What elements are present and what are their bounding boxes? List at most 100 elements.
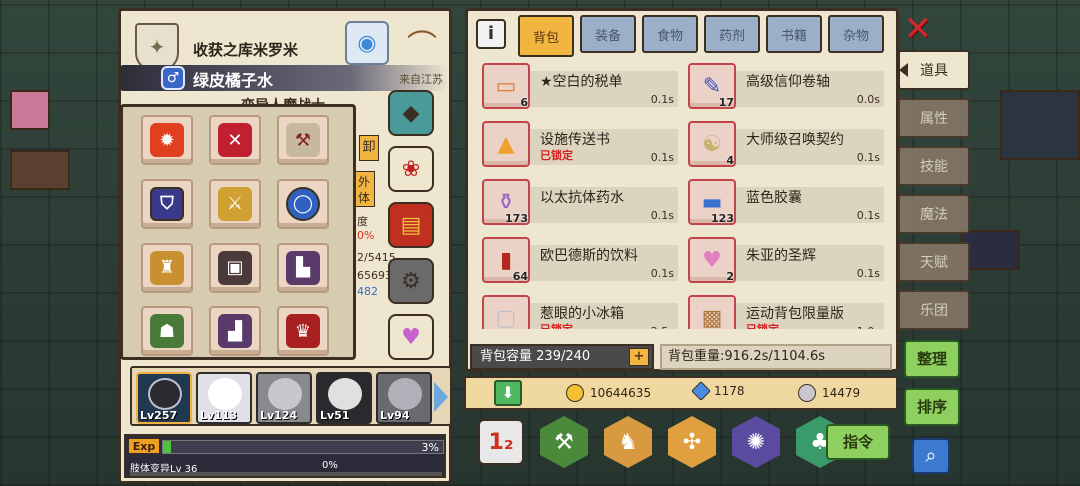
silver-coin-icon <box>798 384 816 402</box>
tab-attributes[interactable]: 属性 <box>898 98 970 138</box>
tab-potions[interactable]: 药剂 <box>704 15 760 53</box>
inventory-panel: i 背包 装备 食物 药剂 书籍 杂物 ▭ 6 ★空白的税单 0.1s ✎ 17 高级信仰卷… <box>465 8 899 372</box>
ring-icon: ◯ <box>286 186 320 221</box>
sort-button[interactable]: 排序 <box>904 388 960 426</box>
tab-items[interactable]: 道具 <box>898 50 970 90</box>
body-mutation-percent: 0% <box>322 460 338 471</box>
tab-band[interactable]: 乐团 <box>898 290 970 330</box>
item-count: 6 <box>520 96 528 109</box>
chest-icon[interactable]: ▤ <box>388 202 434 248</box>
axe-skill-icon[interactable]: ⚒ <box>540 416 588 468</box>
close-icon[interactable]: ✕ <box>902 12 934 46</box>
appearance-button[interactable]: 外体 <box>353 171 375 207</box>
stat-label: 度 <box>357 215 368 228</box>
accessory-slot[interactable]: ♛ <box>277 306 329 357</box>
weapon-slot[interactable]: ✹ <box>141 115 193 165</box>
organize-button[interactable]: 整理 <box>904 340 960 378</box>
item-locked: 已锁定 <box>540 321 573 329</box>
armor-slot[interactable]: ⛉ <box>141 178 193 229</box>
silver-amount: 14479 <box>822 386 861 400</box>
unequip-button[interactable]: 卸 <box>359 135 379 161</box>
avatar <box>268 378 302 410</box>
gold-coin-icon <box>566 384 584 402</box>
item-row[interactable]: ▬ 123 蓝色胶囊 0.1s <box>684 179 884 229</box>
item-row[interactable]: ▩ 运动背包限量版已锁定 1.0s <box>684 295 884 329</box>
body-mutation-bar <box>130 472 442 476</box>
command-button[interactable]: 指令 <box>826 424 890 460</box>
item-row[interactable]: ☯ 4 大师级召唤契约 0.1s <box>684 121 884 171</box>
weapon-slot[interactable]: ⚒ <box>277 115 329 165</box>
item-weight: 2.5s <box>651 325 674 329</box>
item-count: 17 <box>718 96 734 109</box>
currency-bar: ⬇ 10644635 1178 14479 <box>464 376 898 410</box>
stat-value-3: 482 <box>357 285 378 298</box>
knight-skill-icon[interactable]: ♞ <box>604 416 652 468</box>
item-glyph: ▭ <box>495 73 517 99</box>
avatar <box>388 378 422 410</box>
party-next-arrow-icon[interactable] <box>434 382 448 412</box>
search-icon[interactable]: ⌕ <box>912 438 950 474</box>
tab-skills[interactable]: 技能 <box>898 146 970 186</box>
backpack-icon: ▩ <box>688 295 736 329</box>
crossed-blades-icon: ✕ <box>218 123 252 157</box>
item-row[interactable]: ✎ 17 高级信仰卷轴 0.0s <box>684 63 884 113</box>
expand-capacity-button[interactable]: + <box>629 348 649 366</box>
tab-books[interactable]: 书籍 <box>766 15 822 53</box>
fridge-icon: ▢ <box>482 295 530 329</box>
flame-gauntlet-icon: ✹ <box>150 123 184 157</box>
accessory-slot[interactable]: ▟ <box>209 306 261 357</box>
item-row[interactable]: ♥ 2 朱亚的圣辉 0.1s <box>684 237 884 287</box>
bag-tabs: 背包 装备 食物 药剂 书籍 杂物 <box>518 15 884 57</box>
item-row[interactable]: ▲ 设施传送书 已锁定 0.1s <box>478 121 678 171</box>
mech-icon[interactable]: ⚙ <box>388 258 434 304</box>
tab-equipment[interactable]: 装备 <box>580 15 636 53</box>
book-icon: ▲ <box>482 121 530 167</box>
party-member[interactable]: Lv257 <box>136 372 192 424</box>
armor-slot[interactable]: ▣ <box>209 242 261 293</box>
party-level: Lv51 <box>320 409 350 422</box>
weapon-slot[interactable]: ✕ <box>209 115 261 165</box>
pinwheel-skill-icon[interactable]: ✣ <box>668 416 716 468</box>
item-row[interactable]: ▭ 6 ★空白的税单 0.1s <box>478 63 678 113</box>
stat-percent: 0% <box>357 229 375 242</box>
appearance-label-1: 外 <box>357 175 370 189</box>
item-row[interactable]: ⚱ 173 以太抗体药水 0.1s <box>478 179 678 229</box>
teleport-icon[interactable]: ◉ <box>345 21 389 65</box>
party-member[interactable]: Lv51 <box>316 372 372 424</box>
hanger-icon[interactable]: ⌒ <box>397 21 447 65</box>
flower-icon[interactable]: ❀ <box>388 146 434 192</box>
item-glyph: ▬ <box>701 189 723 215</box>
item-glyph: ▩ <box>701 305 723 330</box>
item-locked: 已锁定 <box>540 149 573 162</box>
tab-magic[interactable]: 魔法 <box>898 194 970 234</box>
info-button[interactable]: i <box>476 19 506 49</box>
tab-misc[interactable]: 杂物 <box>828 15 884 53</box>
tab-food[interactable]: 食物 <box>642 15 698 53</box>
item-name: 蓝色胶囊 <box>746 190 802 206</box>
bag-capacity: 背包容量 239/240 + <box>470 344 654 370</box>
party-member[interactable]: Lv124 <box>256 372 312 424</box>
shelf-decoration <box>10 150 70 190</box>
party-member[interactable]: Lv94 <box>376 372 432 424</box>
tab-bag[interactable]: 背包 <box>518 15 574 57</box>
capacity-label: 背包容量 <box>480 349 533 364</box>
item-row[interactable]: ▮ 64 欧巴德斯的饮料 0.1s <box>478 237 678 287</box>
crystal-shield-icon[interactable]: ◆ <box>388 90 434 136</box>
armor-slot[interactable]: ♜ <box>141 242 193 293</box>
gold-shield-icon: ⛉ <box>150 186 184 221</box>
bunny-icon[interactable]: ♥ <box>388 314 434 360</box>
tab-talent[interactable]: 天赋 <box>898 242 970 282</box>
armor-slot[interactable]: ⚔ <box>209 178 261 229</box>
number-badge-icon[interactable]: 1₂ <box>478 419 524 465</box>
armor-slot[interactable]: ◯ <box>277 178 329 229</box>
item-count: 64 <box>512 270 528 283</box>
item-row[interactable]: ▢ 惹眼的小冰箱已锁定 2.5s <box>478 295 678 329</box>
item-name: 惹眼的小冰箱 <box>540 306 624 322</box>
armor-slot[interactable]: ▙ <box>277 242 329 293</box>
sigil-skill-icon[interactable]: ✺ <box>732 416 780 468</box>
capacity-value: 239/240 <box>536 349 591 364</box>
accessory-slot[interactable]: ☗ <box>141 306 193 357</box>
party-member[interactable]: Lv113 <box>196 372 252 424</box>
avatar <box>148 378 182 410</box>
download-icon[interactable]: ⬇ <box>494 380 522 406</box>
